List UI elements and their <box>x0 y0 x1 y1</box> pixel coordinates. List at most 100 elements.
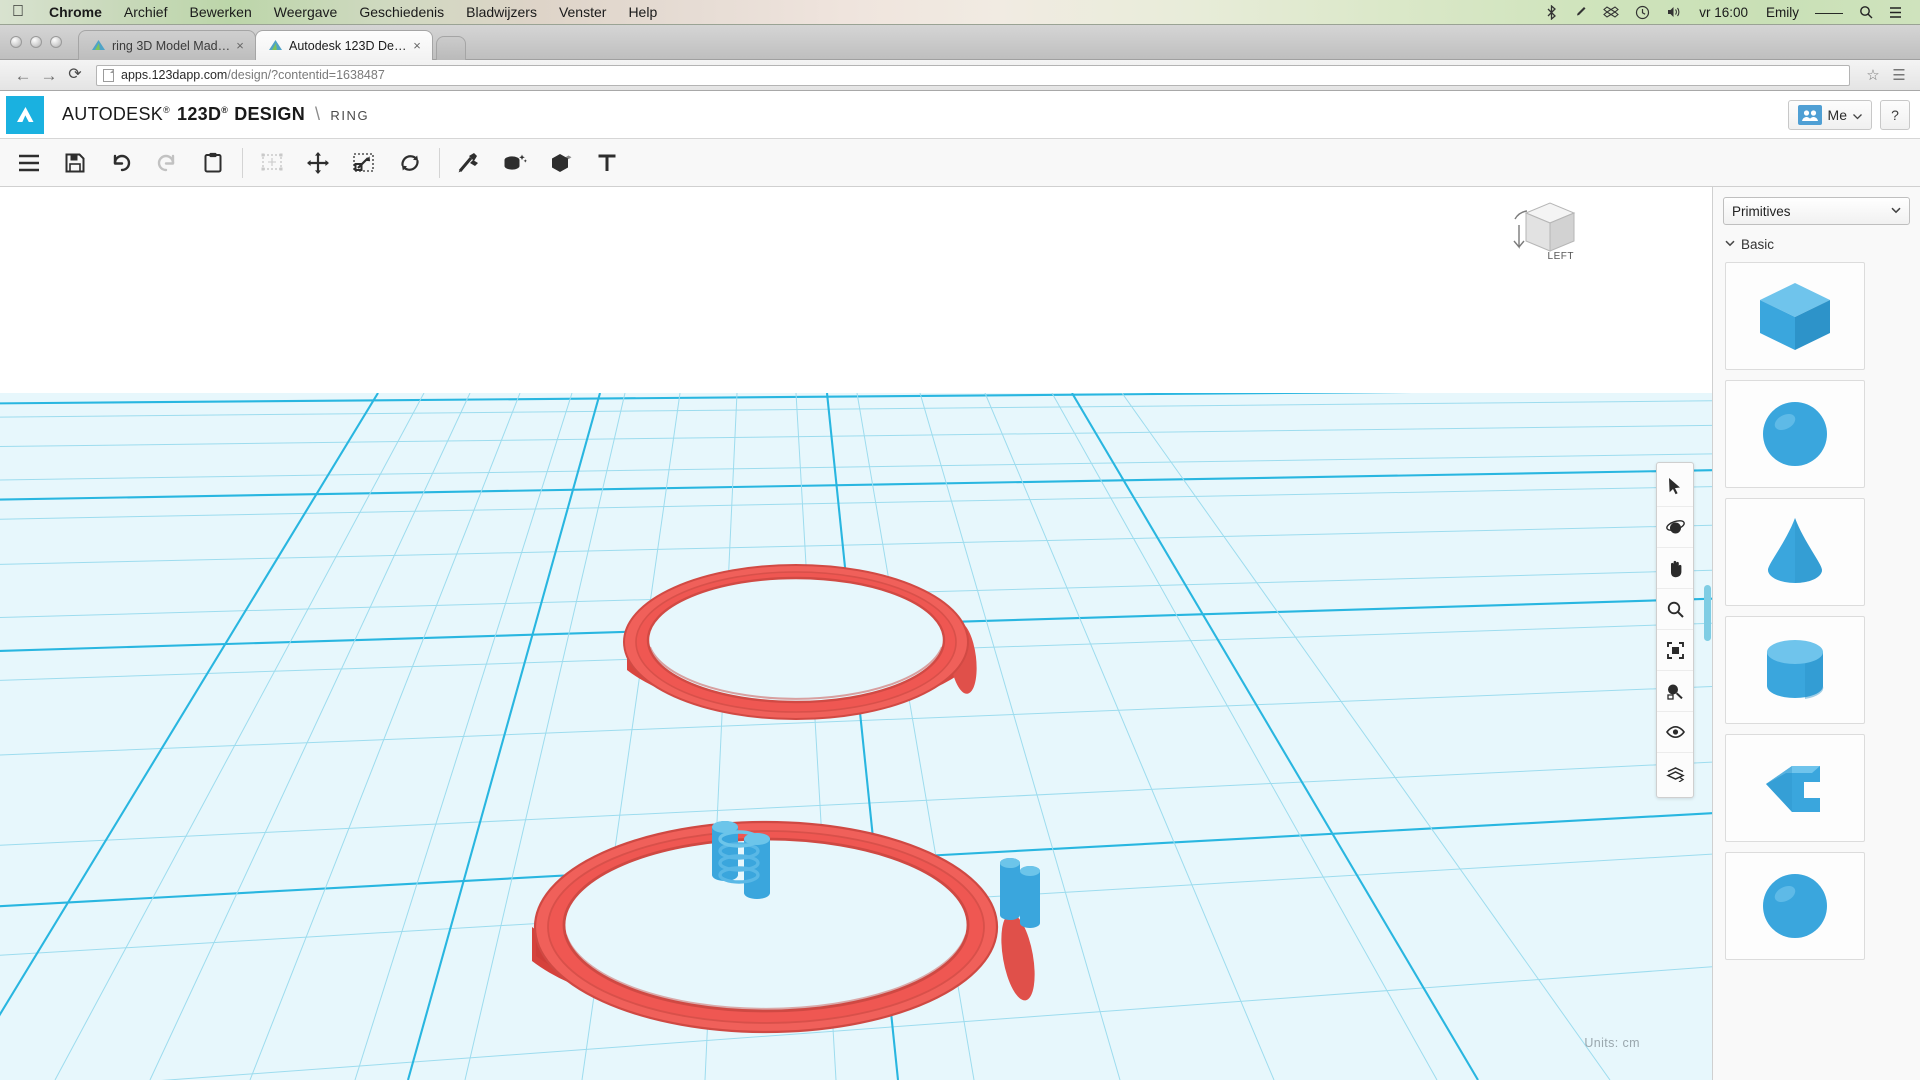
hand-pan-icon[interactable] <box>1657 548 1693 589</box>
autodesk-favicon <box>91 38 106 53</box>
fit-to-window-icon[interactable] <box>1657 630 1693 671</box>
cursor-arrow-icon[interactable] <box>1657 466 1693 507</box>
new-tab-button[interactable] <box>436 36 466 60</box>
chevron-down-icon <box>1725 239 1735 250</box>
panel-section-title: Basic <box>1741 237 1775 252</box>
panel-category-wrap: Primitives <box>1713 187 1920 233</box>
browser-tab-2-close[interactable]: × <box>410 39 424 52</box>
scale-button[interactable] <box>341 140 387 186</box>
window-traffic-lights <box>10 36 62 48</box>
eye-icon[interactable] <box>1657 712 1693 753</box>
primitive-shape-grid <box>1713 262 1920 960</box>
viewport-scrollbar[interactable] <box>1704 585 1711 641</box>
spotlight-search-icon[interactable] <box>1851 5 1881 19</box>
menubar-clock[interactable]: vr 16:00 <box>1689 5 1758 20</box>
panel-section-basic[interactable]: Basic <box>1713 233 1920 262</box>
page-document-icon <box>103 68 114 82</box>
browser-tab-1[interactable]: ring 3D Model Made with 1 × <box>78 30 256 60</box>
primitive-cylinder[interactable] <box>1725 616 1865 724</box>
toolbar-group-file <box>0 139 242 187</box>
os-menu-bar:  Chrome Archief Bewerken Weergave Gesch… <box>0 0 1920 25</box>
menu-item-chrome[interactable]: Chrome <box>38 4 113 20</box>
menu-button[interactable] <box>6 140 52 186</box>
account-menu-button[interactable]: Me <box>1787 99 1872 130</box>
rotate-button[interactable] <box>387 140 433 186</box>
minimize-button[interactable] <box>30 36 42 48</box>
view-cube-face-label: LEFT <box>1547 251 1574 262</box>
primitive-box[interactable] <box>1725 262 1865 370</box>
account-menu-label: Me <box>1827 106 1847 123</box>
menu-item-geschiedenis[interactable]: Geschiedenis <box>348 4 455 20</box>
back-button[interactable]: ← <box>10 67 36 84</box>
design-viewport[interactable]: Units: cm LEFT <box>0 187 1712 1080</box>
menu-item-weergave[interactable]: Weergave <box>263 4 349 20</box>
reload-button[interactable]: ⟳ <box>62 67 88 83</box>
transform-button <box>249 140 295 186</box>
combine-button[interactable] <box>446 140 492 186</box>
bluetooth-icon[interactable] <box>1537 4 1566 20</box>
menu-item-venster[interactable]: Venster <box>548 4 617 20</box>
browser-tab-2-title: Autodesk 123D Design <box>289 38 410 53</box>
close-button[interactable] <box>10 36 22 48</box>
primitives-panel: Primitives Basic <box>1712 187 1920 1080</box>
view-cube[interactable]: LEFT <box>1506 189 1586 269</box>
chevron-down-icon <box>1891 206 1901 216</box>
redo-button <box>144 140 190 186</box>
apple-logo-icon[interactable]:  <box>12 4 24 20</box>
orbit-icon[interactable] <box>1657 507 1693 548</box>
primitive-torus[interactable] <box>1725 852 1865 960</box>
eyedropper-icon[interactable] <box>1566 5 1595 20</box>
browser-tab-2[interactable]: Autodesk 123D Design × <box>255 30 433 60</box>
menubar-user[interactable]: Emily <box>1758 5 1807 20</box>
browser-tab-1-close[interactable]: × <box>233 39 247 52</box>
autodesk-favicon <box>268 38 283 53</box>
forward-button[interactable]: → <box>36 67 62 84</box>
browser-toolbar: ← → ⟳ apps.123dapp.com /design/?contenti… <box>0 60 1920 91</box>
magnifier-selection-icon[interactable] <box>1657 671 1693 712</box>
app-toolbar <box>0 139 1920 187</box>
menu-item-help[interactable]: Help <box>617 4 668 20</box>
document-name: RING <box>330 108 370 123</box>
menu-item-archief[interactable]: Archief <box>113 4 179 20</box>
address-bar[interactable]: apps.123dapp.com /design/?contentid=1638… <box>96 64 1850 86</box>
notification-center-icon[interactable] <box>1881 6 1910 19</box>
primitive-wedge[interactable] <box>1725 734 1865 842</box>
model-cylinders-right <box>1000 858 1040 928</box>
primitive-sphere[interactable] <box>1725 380 1865 488</box>
tab-list: ring 3D Model Made with 1 × Autodesk 123… <box>78 30 466 60</box>
move-button[interactable] <box>295 140 341 186</box>
brand-autodesk: AUTODESK® <box>62 104 171 124</box>
avatar <box>1797 104 1822 125</box>
autodesk-logo-icon[interactable] <box>6 95 44 134</box>
timemachine-icon[interactable] <box>1627 5 1658 20</box>
brand-design: DESIGN <box>234 104 306 124</box>
menu-item-bewerken[interactable]: Bewerken <box>178 4 262 20</box>
star-icon[interactable]: ☆ <box>1860 66 1886 84</box>
text-button[interactable] <box>584 140 630 186</box>
zoom-button[interactable] <box>50 36 62 48</box>
url-host: apps.123dapp.com <box>121 68 228 82</box>
viewport-nav-toolbar <box>1656 462 1694 798</box>
menu-item-bladwijzers[interactable]: Bladwijzers <box>455 4 548 20</box>
snap-layers-icon[interactable] <box>1657 753 1693 794</box>
primitive-cone[interactable] <box>1725 498 1865 606</box>
ellipsis-icon[interactable]: —— <box>1807 4 1851 20</box>
brand-123d: 123D® <box>177 104 229 124</box>
chrome-menu-icon[interactable]: ☰ <box>1886 66 1912 84</box>
menubar-status-area: vr 16:00 Emily —— <box>1537 4 1920 20</box>
help-button[interactable]: ? <box>1880 99 1910 130</box>
dropbox-icon[interactable] <box>1595 5 1627 19</box>
panel-category-select[interactable]: Primitives <box>1723 197 1910 225</box>
construct-button[interactable] <box>538 140 584 186</box>
primitives-button[interactable] <box>492 140 538 186</box>
units-label: Units: cm <box>1584 1036 1640 1050</box>
paste-button[interactable] <box>190 140 236 186</box>
magnifier-icon[interactable] <box>1657 589 1693 630</box>
save-button[interactable] <box>52 140 98 186</box>
grid-background <box>0 187 1712 1080</box>
url-path: /design/?contentid=1638487 <box>227 68 385 82</box>
brand-separator: \ <box>315 104 321 124</box>
browser-tab-strip: ring 3D Model Made with 1 × Autodesk 123… <box>0 25 1920 60</box>
volume-icon[interactable] <box>1658 5 1689 19</box>
undo-button[interactable] <box>98 140 144 186</box>
